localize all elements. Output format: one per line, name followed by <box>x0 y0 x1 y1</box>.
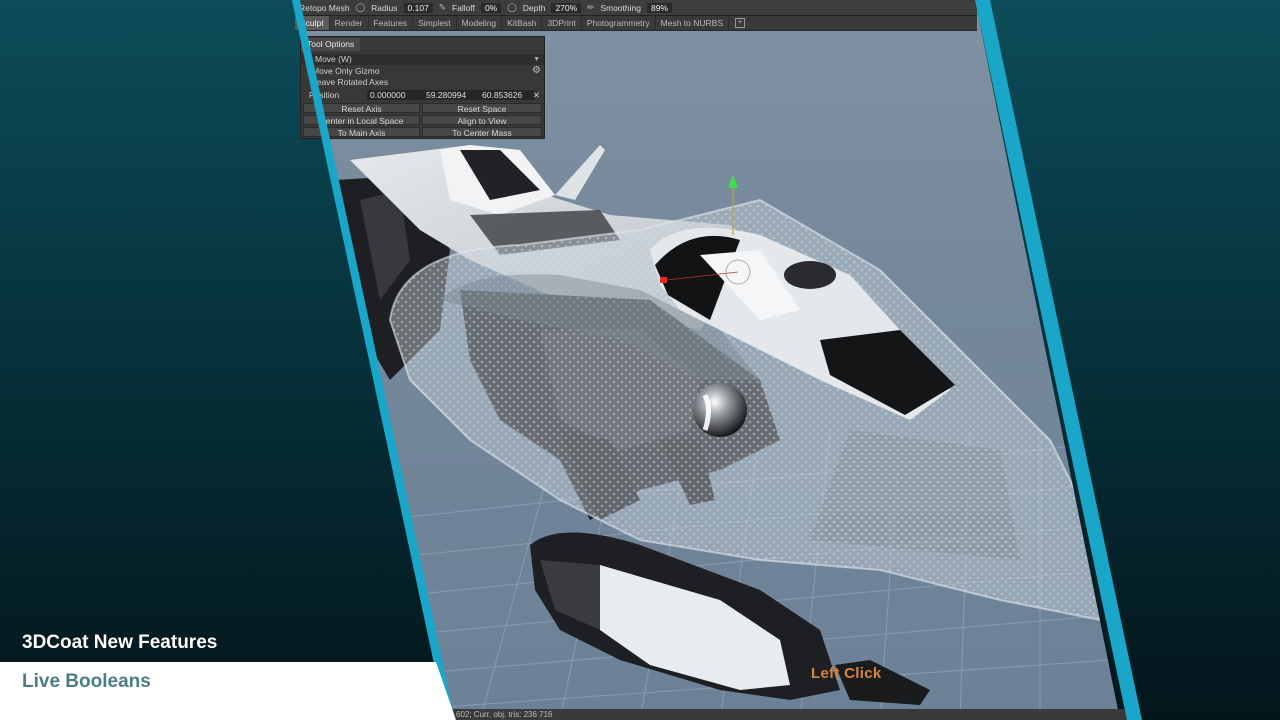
leave-rotated-axes-row[interactable]: Leave Rotated Axes <box>301 77 544 88</box>
tool-options-title[interactable]: Tool Options <box>301 38 361 51</box>
chevron-down-icon: ▼ <box>533 56 540 63</box>
tab-3dprint[interactable]: 3DPrint <box>542 16 582 30</box>
add-tab-button[interactable]: + <box>735 18 745 28</box>
reset-axis-button[interactable]: Reset Axis <box>303 103 420 114</box>
radius-label: Radius <box>371 2 398 13</box>
scene-render <box>329 145 1120 720</box>
move-only-gizmo-row[interactable]: Move Only Gizmo ⚙ <box>301 65 544 77</box>
tab-sculpt[interactable]: Sculpt <box>295 16 330 30</box>
brush-icon: ✎ <box>438 2 446 12</box>
video-title: 3DCoat New Features <box>22 632 218 653</box>
position-row: Position 0.000000 59.280994 60.853626 ✕ <box>301 90 544 101</box>
center-local-space-button[interactable]: Center in Local Space <box>303 115 420 126</box>
close-icon[interactable]: ✕ <box>533 90 540 101</box>
status-bar: 602; Curr. obj. tris: 236 716 <box>450 709 1140 720</box>
position-x-field[interactable]: 0.000000 <box>367 90 423 100</box>
to-center-mass-button[interactable]: To Center Mass <box>422 127 542 138</box>
boolean-sphere <box>693 383 747 437</box>
left-click-hint: Left Click <box>811 665 882 682</box>
retopo-mesh-label[interactable]: Retopo Mesh <box>299 3 350 13</box>
falloff-label: Falloff <box>451 2 475 13</box>
radius-value[interactable]: 0.107 <box>403 2 433 13</box>
tool-options-panel: Tool Options Move (W) ▼ Move Only Gizmo … <box>300 36 545 139</box>
viewport-clip <box>297 0 1120 720</box>
depth-value[interactable]: 270% <box>551 2 582 13</box>
video-subtitle: Live Booleans <box>22 671 151 692</box>
top-toolbar: Retopo Mesh ◯ Radius 0.107 ✎ Falloff 0% … <box>295 0 977 16</box>
falloff-value[interactable]: 0% <box>480 2 502 13</box>
leave-rotated-axes-label: Leave Rotated Axes <box>312 77 389 87</box>
move-only-gizmo-label: Move Only Gizmo <box>312 66 380 76</box>
depth-label: Depth <box>522 2 546 13</box>
to-main-axis-button[interactable]: To Main Axis <box>303 127 420 138</box>
pencil-icon: ✏ <box>587 2 595 12</box>
reset-space-button[interactable]: Reset Space <box>422 103 542 114</box>
lock-icon: ◯ <box>507 2 517 12</box>
position-y-field[interactable]: 59.280994 <box>423 90 479 100</box>
3d-viewport[interactable] <box>297 0 1120 720</box>
smoothing-value[interactable]: 89% <box>646 2 672 13</box>
tool-mode-value: Move (W) <box>315 54 352 64</box>
tab-photogrammetry[interactable]: Photogrammetry <box>582 16 656 30</box>
mouse-icon: ◯ <box>355 2 366 12</box>
smoothing-label: Smoothing <box>600 2 641 13</box>
tab-render[interactable]: Render <box>330 16 369 30</box>
tab-modeling[interactable]: Modeling <box>457 16 503 30</box>
tab-kitbash[interactable]: KitBash <box>502 16 543 30</box>
gear-icon[interactable]: ⚙ <box>532 65 541 76</box>
tool-mode-select[interactable]: Move (W) ▼ <box>301 54 544 65</box>
align-to-view-button[interactable]: Align to View <box>422 115 542 126</box>
tab-mesh-to-nurbs[interactable]: Mesh to NURBS <box>656 16 729 30</box>
tab-simplest[interactable]: Simplest <box>413 16 457 30</box>
position-label: Position <box>309 90 340 100</box>
room-tabs: Sculpt Render Features Simplest Modeling… <box>295 16 977 31</box>
position-z-field[interactable]: 60.853626 <box>479 90 535 100</box>
tab-features[interactable]: Features <box>369 16 414 30</box>
